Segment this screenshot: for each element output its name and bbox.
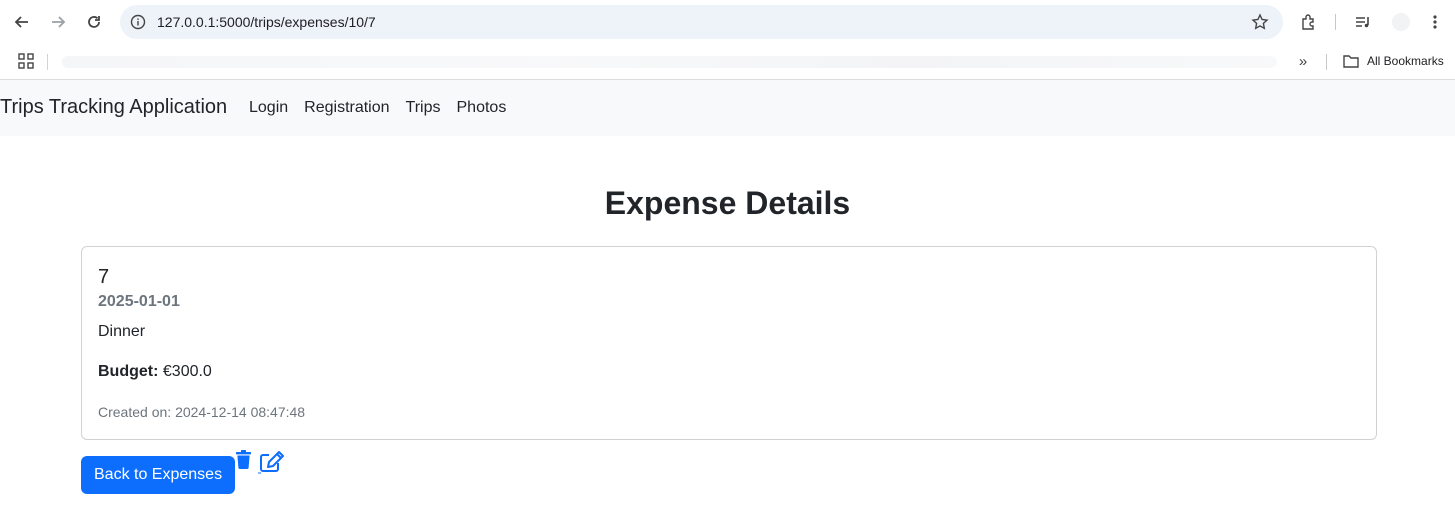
app-navbar: Trips Tracking Application Login Registr… xyxy=(0,80,1455,136)
nav-link-photos[interactable]: Photos xyxy=(457,99,507,117)
expense-card: 7 2025-01-01 Dinner Budget: €300.0 Creat… xyxy=(81,246,1377,440)
nav-link-trips[interactable]: Trips xyxy=(406,99,441,117)
bookmarks-separator xyxy=(47,54,48,70)
trash-icon[interactable] xyxy=(235,450,252,469)
bookmark-star-icon[interactable] xyxy=(1251,13,1269,31)
expense-description: Dinner xyxy=(98,323,146,340)
back-to-expenses-button[interactable]: Back to Expenses xyxy=(81,456,236,494)
expense-budget: Budget: €300.0 xyxy=(98,363,212,381)
expense-date: 2025-01-01 xyxy=(98,293,180,310)
edit-icon[interactable] xyxy=(258,450,286,474)
budget-label: Budget: xyxy=(98,363,159,380)
address-bar[interactable]: 127.0.0.1:5000/trips/expenses/10/7 xyxy=(120,5,1283,39)
brand-link[interactable]: Trips Tracking Application xyxy=(0,96,227,119)
media-queue-icon[interactable] xyxy=(1352,11,1374,33)
extensions-icon[interactable] xyxy=(1298,11,1320,33)
more-bookmarks-chevron-icon[interactable]: » xyxy=(1294,53,1312,71)
nav-link-login[interactable]: Login xyxy=(249,99,288,117)
browser-menu-icon[interactable] xyxy=(1424,11,1446,33)
toolbar-separator xyxy=(1335,14,1336,30)
forward-arrow-icon[interactable] xyxy=(46,10,70,34)
expense-id: 7 xyxy=(98,266,110,288)
bookmarks-items-blurred xyxy=(62,56,1277,68)
reload-icon[interactable] xyxy=(82,10,106,34)
browser-toolbar: 127.0.0.1:5000/trips/expenses/10/7 xyxy=(0,0,1455,44)
url-text[interactable]: 127.0.0.1:5000/trips/expenses/10/7 xyxy=(157,14,376,30)
profile-avatar[interactable] xyxy=(1390,11,1412,33)
created-label: Created on: xyxy=(98,404,172,420)
nav-links: Login Registration Trips Photos xyxy=(249,99,522,117)
expense-created: Created on: 2024-12-14 08:47:48 xyxy=(98,404,305,420)
back-arrow-icon[interactable] xyxy=(10,10,34,34)
nav-link-registration[interactable]: Registration xyxy=(304,99,389,117)
apps-grid-icon[interactable] xyxy=(18,53,34,69)
page-title: Expense Details xyxy=(604,185,851,221)
budget-value: €300.0 xyxy=(162,363,212,380)
created-value: 2024-12-14 08:47:48 xyxy=(175,404,306,420)
all-bookmarks-link[interactable]: All Bookmarks xyxy=(1367,54,1444,68)
site-info-icon[interactable] xyxy=(128,12,148,32)
bookmarks-bar: » All Bookmarks xyxy=(0,44,1455,80)
bookmarks-separator-right xyxy=(1326,54,1327,70)
folder-icon[interactable] xyxy=(1342,52,1360,70)
